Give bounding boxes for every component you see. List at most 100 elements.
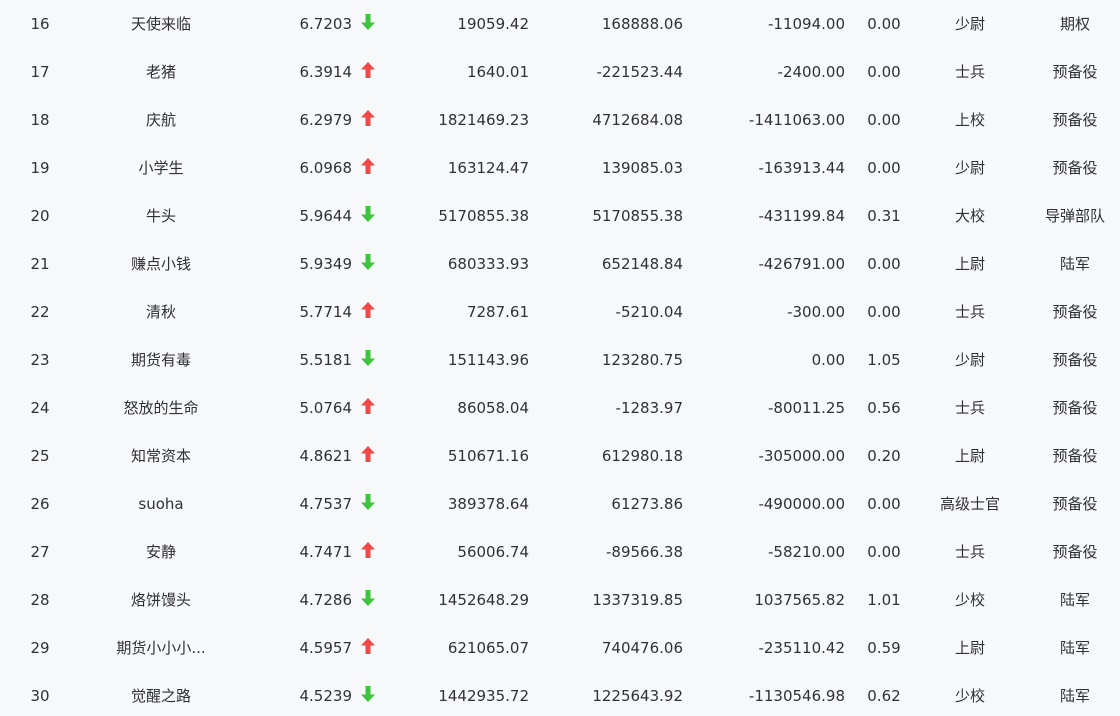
table-row[interactable]: 20 牛头 5.9644 5170855.38 5170855.38 -431199.84… — [0, 192, 1120, 240]
value-col-3: -490000.00 — [758, 495, 845, 513]
table-row[interactable]: 25 知常资本 4.8621 510671.16 612980.18 -305000.00… — [0, 432, 1120, 480]
ratio-value: 0.00 — [867, 255, 901, 273]
ratio-value: 0.56 — [867, 399, 901, 417]
table-row[interactable]: 23 期货有毒 5.5181 151143.96 123280.75 0.00 1.05 少尉… — [0, 336, 1120, 384]
ratio-value: 0.00 — [867, 63, 901, 81]
score-value: 6.2979 — [299, 111, 353, 129]
score-value: 6.7203 — [299, 15, 353, 33]
trader-name: 庆航 — [145, 111, 176, 129]
value-col-2: -89566.38 — [606, 543, 683, 561]
value-col-1: 510671.16 — [447, 447, 529, 465]
value-col-2: -5210.04 — [615, 303, 683, 321]
trader-name: 清秋 — [145, 303, 176, 321]
trader-name: 知常资本 — [130, 447, 191, 465]
ratio-value: 0.00 — [867, 15, 901, 33]
unit-name: 预备役 — [1052, 543, 1098, 561]
table-row[interactable]: 18 庆航 6.2979 1821469.23 4712684.08 -1411063.0… — [0, 96, 1120, 144]
score-value: 6.0968 — [299, 159, 353, 177]
table-row[interactable]: 22 清秋 5.7714 7287.61 -5210.04 -300.00 0.00 士兵 预备… — [0, 288, 1120, 336]
military-rank: 少校 — [954, 687, 985, 705]
unit-name: 导弹部队 — [1044, 207, 1105, 225]
military-rank: 士兵 — [954, 63, 985, 81]
score-value: 4.7286 — [299, 591, 353, 609]
ratio-value: 0.20 — [867, 447, 901, 465]
value-col-3: -58210.00 — [768, 543, 845, 561]
trader-name: 烙饼馒头 — [130, 591, 191, 609]
military-rank: 上校 — [954, 111, 985, 129]
rank-cell: 23 — [30, 351, 50, 369]
ratio-value: 0.00 — [867, 543, 901, 561]
military-rank: 士兵 — [954, 303, 985, 321]
trader-name: 期货小小小... — [116, 639, 206, 657]
table-row[interactable]: 24 怒放的生命 5.0764 86058.04 -1283.97 -80011.25 0.… — [0, 384, 1120, 432]
table-row[interactable]: 17 老猪 6.3914 1640.01 -221523.44 -2400.00 0.00 士… — [0, 48, 1120, 96]
value-col-3: -1130546.98 — [748, 687, 845, 705]
value-col-2: 652148.84 — [601, 255, 683, 273]
table-row[interactable]: 28 烙饼馒头 4.7286 1452648.29 1337319.85 1037565.… — [0, 576, 1120, 624]
arrow-down-icon — [360, 0, 378, 48]
trader-name: 牛头 — [145, 207, 176, 225]
rank-cell: 28 — [30, 591, 50, 609]
table-row[interactable]: 27 安静 4.7471 56006.74 -89566.38 -58210.00 0.00… — [0, 528, 1120, 576]
ratio-value: 1.05 — [867, 351, 901, 369]
table-row[interactable]: 21 赚点小钱 5.9349 680333.93 652148.84 -426791.00… — [0, 240, 1120, 288]
unit-name: 陆军 — [1059, 255, 1090, 273]
rank-cell: 20 — [30, 207, 50, 225]
arrow-up-icon — [360, 288, 378, 336]
table-row[interactable]: 26 suoha 4.7537 389378.64 61273.86 -490000.00… — [0, 480, 1120, 528]
value-col-1: 5170855.38 — [438, 207, 529, 225]
unit-name: 陆军 — [1059, 639, 1090, 657]
rank-cell: 26 — [30, 495, 50, 513]
arrow-up-icon — [360, 528, 378, 576]
value-col-2: 1337319.85 — [592, 591, 683, 609]
unit-name: 预备役 — [1052, 399, 1098, 417]
value-col-1: 163124.47 — [447, 159, 529, 177]
score-value: 5.9349 — [299, 255, 353, 273]
score-value: 4.5957 — [299, 639, 353, 657]
value-col-3: -305000.00 — [758, 447, 845, 465]
unit-name: 陆军 — [1059, 687, 1090, 705]
ratio-value: 0.00 — [867, 495, 901, 513]
value-col-3: 1037565.82 — [754, 591, 845, 609]
value-col-3: -80011.25 — [768, 399, 845, 417]
trader-name: 天使来临 — [130, 15, 191, 33]
arrow-up-icon — [360, 624, 378, 672]
unit-name: 预备役 — [1052, 159, 1098, 177]
military-rank: 少校 — [954, 591, 985, 609]
table-row[interactable]: 30 觉醒之路 4.5239 1442935.72 1225643.92 -1130546… — [0, 672, 1120, 716]
trader-name: 小学生 — [138, 159, 184, 177]
unit-name: 预备役 — [1052, 63, 1098, 81]
trader-name: 期货有毒 — [130, 351, 191, 369]
value-col-3: -426791.00 — [758, 255, 845, 273]
ratio-value: 0.00 — [867, 111, 901, 129]
unit-name: 预备役 — [1052, 495, 1098, 513]
value-col-2: -1283.97 — [615, 399, 683, 417]
score-value: 5.7714 — [299, 303, 353, 321]
trader-name: 觉醒之路 — [130, 687, 191, 705]
table-row[interactable]: 16 天使来临 6.7203 19059.42 168888.06 -11094.00 0.… — [0, 0, 1120, 48]
military-rank: 高级士官 — [939, 495, 1000, 513]
score-value: 6.3914 — [299, 63, 353, 81]
score-value: 4.8621 — [299, 447, 353, 465]
military-rank: 上尉 — [954, 447, 985, 465]
value-col-1: 1640.01 — [466, 63, 529, 81]
military-rank: 上尉 — [954, 255, 985, 273]
rank-cell: 24 — [30, 399, 50, 417]
arrow-down-icon — [360, 336, 378, 384]
arrow-down-icon — [360, 672, 378, 716]
ranking-table: 16 天使来临 6.7203 19059.42 168888.06 -11094.00 0.… — [0, 0, 1120, 716]
table-row[interactable]: 29 期货小小小... 4.5957 621065.07 740476.06 -23511… — [0, 624, 1120, 672]
trader-name: suoha — [138, 495, 184, 513]
rank-cell: 27 — [30, 543, 50, 561]
value-col-2: 4712684.08 — [592, 111, 683, 129]
value-col-2: 168888.06 — [601, 15, 683, 33]
military-rank: 大校 — [954, 207, 985, 225]
military-rank: 少尉 — [954, 15, 985, 33]
rank-cell: 21 — [30, 255, 50, 273]
trader-name: 赚点小钱 — [130, 255, 191, 273]
rank-cell: 19 — [30, 159, 50, 177]
rank-cell: 22 — [30, 303, 50, 321]
military-rank: 士兵 — [954, 399, 985, 417]
arrow-down-icon — [360, 240, 378, 288]
table-row[interactable]: 19 小学生 6.0968 163124.47 139085.03 -163913.44 0… — [0, 144, 1120, 192]
